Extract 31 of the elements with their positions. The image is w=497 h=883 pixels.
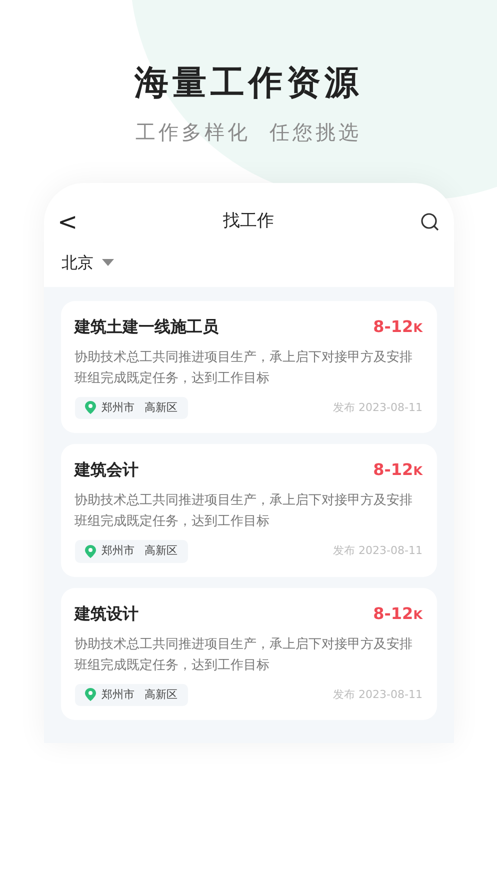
- location-pin-icon: [84, 401, 96, 414]
- publish-date: 发布 2023-08-11: [333, 543, 422, 559]
- location-city: 郑州市: [102, 686, 134, 702]
- job-card[interactable]: 建筑土建一线施工员 8-12K 协助技术总工共同推进项目生产，承上启下对接甲方及安排班组完成既定任务，达到工作目标 郑州市 高新区 发布 2023-08-11: [60, 300, 436, 433]
- page-title: 找工作: [223, 210, 274, 233]
- location-city: 郑州市: [102, 400, 134, 416]
- publish-date: 发布 2023-08-11: [333, 400, 422, 416]
- job-description: 协助技术总工共同推进项目生产，承上启下对接甲方及安排班组完成既定任务，达到工作目标: [74, 492, 414, 531]
- headline: 海量工作资源: [134, 62, 362, 105]
- location-pin-icon: [84, 544, 96, 558]
- salary: 8-12K: [373, 602, 422, 624]
- back-button[interactable]: <: [58, 210, 78, 234]
- subtitle: 工作多样化 任您挑选: [136, 119, 362, 146]
- job-card[interactable]: 建筑设计 8-12K 协助技术总工共同推进项目生产，承上启下对接甲方及安排班组完成既定任务，达到工作目标 郑州市 高新区 发布 2023-08-11: [60, 588, 436, 720]
- job-title: 建筑会计: [74, 459, 138, 481]
- job-title: 建筑土建一线施工员: [74, 316, 218, 338]
- location-city: 郑州市: [102, 543, 134, 559]
- salary: 8-12K: [373, 316, 422, 338]
- location-district: 高新区: [144, 400, 178, 416]
- salary: 8-12K: [373, 459, 422, 481]
- job-description: 协助技术总工共同推进项目生产，承上启下对接甲方及安排班组完成既定任务，达到工作目标: [74, 348, 414, 388]
- caret-down-icon: [102, 259, 114, 266]
- city-selector[interactable]: 北京: [62, 250, 114, 274]
- location-district: 高新区: [144, 543, 178, 559]
- job-card[interactable]: 建筑会计 8-12K 协助技术总工共同推进项目生产，承上启下对接甲方及安排班组完成既定任务，达到工作目标 郑州市 高新区 发布 2023-08-11: [60, 444, 436, 576]
- search-icon[interactable]: [420, 212, 440, 232]
- location-district: 高新区: [144, 686, 178, 702]
- publish-date: 发布 2023-08-11: [333, 686, 422, 702]
- job-title: 建筑设计: [74, 602, 138, 624]
- job-description: 协助技术总工共同推进项目生产，承上启下对接甲方及安排班组完成既定任务，达到工作目标: [74, 636, 414, 674]
- location-pin-icon: [84, 688, 96, 702]
